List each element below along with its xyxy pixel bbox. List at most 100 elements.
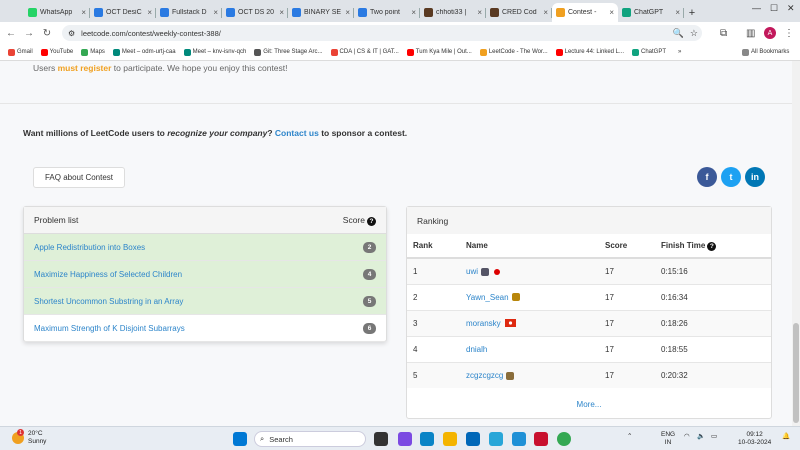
tab-3[interactable]: OCT DS 20 × (222, 3, 288, 22)
bookmark-item[interactable]: CDA | CS & IT | GAT... (330, 48, 399, 56)
wifi-icon[interactable]: ◠ (684, 433, 690, 441)
close-tab-icon[interactable]: × (609, 8, 614, 17)
site-info-icon[interactable]: ⚙ (68, 29, 75, 38)
facebook-icon[interactable]: f (697, 167, 717, 187)
avatar[interactable]: A (764, 27, 776, 39)
tab-2[interactable]: Fullstack D × (156, 3, 222, 22)
bookmark-item[interactable]: Maps (81, 48, 105, 56)
contact-us-link[interactable]: Contact us (275, 128, 319, 138)
scrollbar-thumb[interactable] (793, 323, 799, 423)
close-tab-icon[interactable]: × (675, 8, 680, 17)
bookmark-item[interactable]: LeetCode - The Wor... (479, 48, 548, 56)
more-link[interactable]: More... (407, 388, 771, 409)
tab-5[interactable]: Two point × (354, 3, 420, 22)
copilot-icon[interactable] (398, 432, 412, 446)
japan-flag-icon (494, 268, 501, 275)
close-tab-icon[interactable]: × (81, 8, 86, 17)
chevron-up-icon[interactable]: ⌃ (627, 433, 632, 441)
close-window-icon[interactable]: ✕ (787, 3, 795, 14)
clock[interactable]: 09:12 10-03-2024 (738, 431, 771, 447)
reload-icon[interactable]: ↻ (40, 28, 54, 39)
bookmark-label: Meet – odm-urtj-caa (121, 49, 176, 55)
twitter-icon[interactable]: t (721, 167, 741, 187)
tab-7[interactable]: CRED Cod × (486, 3, 552, 22)
close-tab-icon[interactable]: × (279, 8, 284, 17)
bookmark-label: Tum Kya Mile | Out... (415, 49, 472, 55)
windows-start-icon[interactable] (233, 432, 247, 446)
menu-icon[interactable]: ⋮ (784, 28, 794, 39)
tab-1[interactable]: OCT DesiC × (90, 3, 156, 22)
notifications-icon[interactable]: 🔔 (782, 433, 790, 441)
teams-icon[interactable] (489, 432, 503, 446)
chrome-icon[interactable] (557, 432, 571, 446)
sun-icon: 1 (12, 429, 24, 444)
faq-button[interactable]: FAQ about Contest (33, 167, 125, 188)
problem-row[interactable]: Shortest Uncommon Substring in an Array 5 (24, 288, 386, 315)
side-panel-icon[interactable]: ▥ (746, 28, 755, 39)
all-bookmarks[interactable]: All Bookmarks (742, 48, 789, 56)
taskbar-search[interactable]: ⌕ Search (254, 431, 366, 447)
user-link[interactable]: zcgzcgzcg (466, 371, 503, 380)
bookmark-item[interactable]: Meet – odm-urtj-caa (112, 48, 176, 56)
problem-title[interactable]: Shortest Uncommon Substring in an Array (34, 297, 183, 306)
bookmark-item[interactable]: Gmail (8, 48, 33, 56)
tab-label: Two point (370, 9, 400, 16)
problem-row[interactable]: Apple Redistribution into Boxes 2 (24, 234, 386, 261)
zoom-icon[interactable]: 🔍 (673, 28, 684, 39)
volume-icon[interactable]: 🔈 (697, 433, 705, 441)
tab-9[interactable]: ChatGPT × (618, 3, 684, 22)
address-bar[interactable]: ⚙ leetcode.com/contest/weekly-contest-38… (62, 25, 702, 41)
bookmark-item[interactable]: Lecture 44: Linked L... (555, 48, 624, 56)
sponsor-mid: ? (267, 128, 275, 138)
help-icon[interactable]: ? (367, 216, 376, 226)
bookmark-label: CDA | CS & IT | GAT... (339, 49, 399, 55)
user-link[interactable]: Yawn_Sean (466, 293, 509, 302)
register-link[interactable]: must register (58, 63, 112, 73)
bookmark-item[interactable]: Git: Three Stage Arc... (254, 48, 323, 56)
minimize-icon[interactable]: — (752, 3, 761, 13)
column-header: Score (599, 234, 655, 259)
store-icon[interactable] (466, 432, 480, 446)
close-tab-icon[interactable]: × (411, 8, 416, 17)
weather-widget[interactable]: 1 20°C Sunny (12, 429, 46, 446)
tab-0[interactable]: WhatsApp × (24, 3, 90, 22)
task-view-icon[interactable] (374, 432, 388, 446)
bookmark-item[interactable]: Meet – knv-isnv-qch (183, 48, 246, 56)
close-tab-icon[interactable]: × (477, 8, 482, 17)
file-explorer-icon[interactable] (443, 432, 457, 446)
close-tab-icon[interactable]: × (147, 8, 152, 17)
problem-row[interactable]: Maximum Strength of K Disjoint Subarrays… (24, 315, 386, 342)
bookmark-favicon-icon (183, 48, 191, 56)
bookmark-item[interactable]: YouTube (40, 48, 73, 56)
help-icon[interactable]: ? (707, 241, 717, 251)
close-tab-icon[interactable]: × (345, 8, 350, 17)
new-tab-button[interactable]: + (684, 3, 700, 22)
bookmark-item[interactable]: ChatGPT (632, 48, 666, 56)
language-indicator[interactable]: ENG IN (661, 431, 675, 447)
close-tab-icon[interactable]: × (543, 8, 548, 17)
edge-icon[interactable] (420, 432, 434, 446)
extensions-icon[interactable]: ⧉ (720, 28, 727, 39)
linkedin-icon[interactable]: in (745, 167, 765, 187)
bookmarks-overflow[interactable]: » (678, 49, 681, 55)
back-icon[interactable]: ← (4, 28, 18, 39)
user-link[interactable]: moransky (466, 319, 501, 328)
bookmark-star-icon[interactable]: ☆ (690, 28, 698, 39)
battery-icon[interactable]: ▭ (711, 433, 717, 441)
maximize-icon[interactable]: ☐ (770, 3, 778, 14)
tab-8[interactable]: Contest - × (552, 3, 618, 22)
problem-row[interactable]: Maximize Happiness of Selected Children 4 (24, 261, 386, 288)
bookmark-item[interactable]: Tum Kya Mile | Out... (406, 48, 472, 56)
user-link[interactable]: dnialh (466, 345, 487, 354)
forward-icon[interactable]: → (22, 28, 36, 39)
close-tab-icon[interactable]: × (213, 8, 218, 17)
problem-title[interactable]: Apple Redistribution into Boxes (34, 243, 145, 252)
mcafee-icon[interactable] (534, 432, 548, 446)
problem-title[interactable]: Maximize Happiness of Selected Children (34, 270, 182, 279)
problem-title[interactable]: Maximum Strength of K Disjoint Subarrays (34, 324, 185, 333)
user-link[interactable]: uwi (466, 267, 478, 276)
tab-6[interactable]: chhoti33 | × (420, 3, 486, 22)
tab-4[interactable]: BINARY SE × (288, 3, 354, 22)
scrollbar[interactable] (792, 61, 800, 426)
app-icon[interactable] (512, 432, 526, 446)
